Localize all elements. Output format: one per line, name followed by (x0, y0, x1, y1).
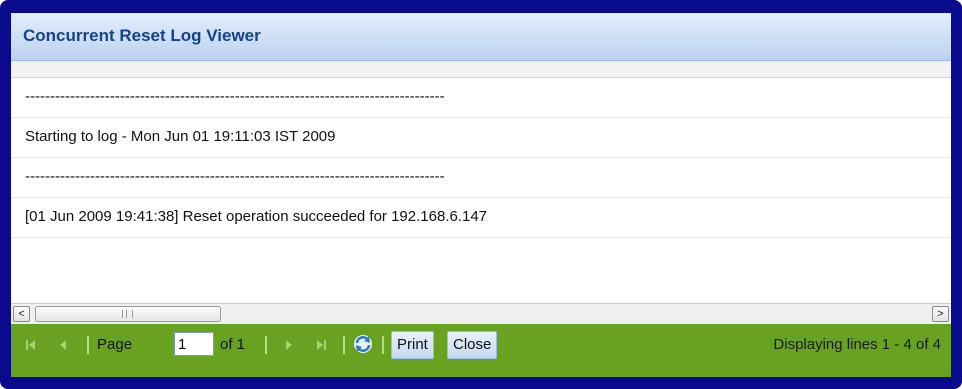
log-viewer-panel: Concurrent Reset Log Viewer ------------… (11, 13, 951, 377)
scroll-thumb[interactable] (35, 306, 221, 322)
refresh-icon[interactable] (352, 333, 374, 355)
scroll-right-button[interactable]: > (932, 306, 949, 322)
toolbar-separator (87, 336, 89, 354)
log-line-text: ----------------------------------------… (25, 88, 445, 105)
horizontal-scrollbar[interactable]: < > (11, 303, 951, 325)
log-line-text: ----------------------------------------… (25, 168, 445, 185)
close-button[interactable]: Close (447, 331, 498, 359)
page-label: Page (97, 336, 133, 353)
page-number-input[interactable] (174, 332, 214, 356)
log-list: ----------------------------------------… (11, 78, 951, 303)
display-info: Displaying lines 1 - 4 of 4 (773, 336, 941, 353)
toolbar-separator (382, 336, 384, 354)
first-page-icon[interactable] (23, 337, 39, 353)
prev-page-icon[interactable] (55, 337, 71, 353)
print-button[interactable]: Print (391, 331, 434, 359)
log-viewer-window: Concurrent Reset Log Viewer ------------… (0, 0, 962, 389)
paging-toolbar: Page of 1 (11, 324, 951, 377)
scroll-left-icon: < (18, 308, 25, 320)
log-row: ----------------------------------------… (11, 78, 951, 118)
log-line-text: [01 Jun 2009 19:41:38] Reset operation s… (25, 208, 488, 225)
toolbar-separator (343, 336, 345, 354)
log-row: Starting to log - Mon Jun 01 19:11:03 IS… (11, 118, 951, 158)
window-title: Concurrent Reset Log Viewer (23, 26, 261, 45)
title-bar: Concurrent Reset Log Viewer (11, 13, 951, 61)
log-row: ----------------------------------------… (11, 158, 951, 198)
next-page-icon[interactable] (281, 337, 297, 353)
toolbar-separator (265, 336, 267, 354)
page-count-label: of 1 (220, 336, 246, 353)
scroll-right-icon: > (937, 308, 944, 320)
last-page-icon[interactable] (313, 337, 329, 353)
log-row: [01 Jun 2009 19:41:38] Reset operation s… (11, 198, 951, 238)
scroll-left-button[interactable]: < (13, 306, 30, 322)
grip-icon (122, 310, 133, 318)
log-line-text: Starting to log - Mon Jun 01 19:11:03 IS… (25, 128, 336, 145)
grid-header (11, 61, 951, 78)
